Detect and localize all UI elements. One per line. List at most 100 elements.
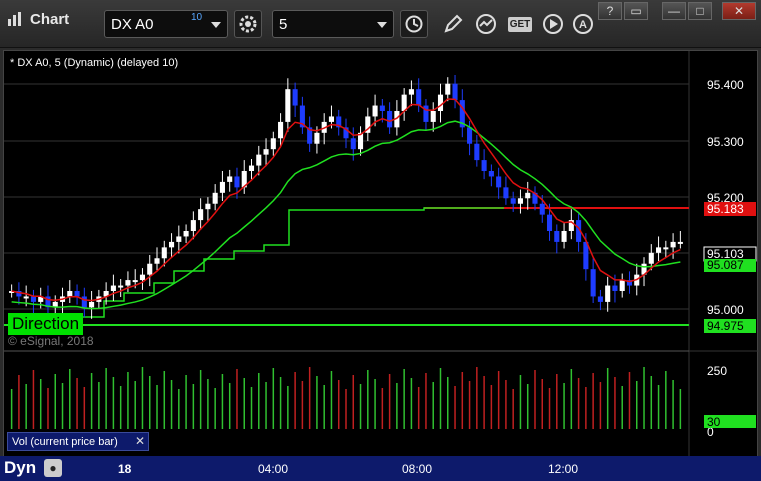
price-tick: 95.000 (707, 303, 744, 317)
red-price-label: 95.183 (707, 202, 744, 216)
candle-body (387, 111, 393, 128)
candle-body (161, 247, 167, 259)
price-tick: 95.400 (707, 78, 744, 92)
dynamic-mode-label[interactable]: Dyn (4, 458, 36, 478)
volume-study-header[interactable]: Vol (current price bar) ✕ (7, 432, 149, 451)
symbol-input[interactable]: DX A0 10 (104, 10, 228, 38)
candle-body (285, 89, 291, 122)
candle-body (278, 121, 284, 139)
candle-body (379, 105, 385, 111)
settings-button[interactable] (234, 10, 262, 38)
candle-body (481, 160, 487, 171)
lock-icon[interactable]: ● (44, 459, 62, 477)
green-level-label: 94.975 (707, 319, 744, 333)
candle-body (270, 138, 276, 150)
candle-body (445, 83, 451, 95)
toolbar: Chart DX A0 10 5 GET A ? ▭ — □ ✕ (0, 0, 761, 48)
candle-body (546, 214, 553, 231)
candle-body (416, 89, 422, 106)
candle-body (263, 149, 269, 155)
price-chart[interactable]: 95.400 95.300 95.200 95.000 95.183 95.10… (4, 51, 759, 463)
volume-label: 30 (707, 415, 721, 429)
candle-body (554, 231, 560, 242)
candle-body (23, 296, 29, 299)
volume-study-label: Vol (current price bar) (12, 436, 118, 448)
candle-body (139, 274, 146, 281)
candle-body (89, 301, 95, 308)
interval-input[interactable]: 5 (272, 10, 394, 38)
candle-body (656, 247, 662, 253)
candle-body (510, 198, 516, 204)
candle-body (619, 280, 625, 291)
chart-panel[interactable]: 95.400 95.300 95.200 95.000 95.183 95.10… (3, 50, 759, 463)
copyright: © eSignal, 2018 (8, 334, 94, 348)
candle-body (74, 291, 80, 297)
candle-body (118, 285, 124, 288)
candle-body (219, 181, 225, 193)
time-tick: 12:00 (548, 462, 579, 476)
play-icon (543, 14, 563, 34)
candle-body (677, 241, 683, 244)
candle-body (147, 263, 153, 275)
close-icon[interactable]: ✕ (135, 434, 145, 448)
candle-body (430, 111, 436, 122)
candle-body (408, 89, 414, 95)
time-tick: 04:00 (258, 462, 289, 476)
grid (4, 51, 759, 463)
candle-body (132, 280, 138, 283)
candle-body (648, 252, 654, 264)
candle-body (590, 269, 596, 297)
price-tick: 95.300 (707, 135, 744, 149)
candle-body (452, 83, 458, 101)
window-title-text: Chart (30, 10, 70, 28)
symbol-text: DX A0 (111, 16, 154, 33)
candle-body (234, 176, 240, 188)
candle-body (517, 198, 523, 204)
volume-bars (10, 367, 682, 429)
candle-body (525, 192, 531, 199)
chart-header: * DX A0, 5 (Dynamic) (delayed 10) (10, 57, 179, 69)
time-button[interactable] (400, 10, 428, 38)
time-tick: 18 (118, 462, 132, 476)
studies-button[interactable] (474, 12, 500, 36)
candle-body (350, 138, 356, 150)
green-moving-average (11, 120, 681, 310)
candle-body (474, 143, 480, 161)
maximize-button[interactable]: □ (688, 2, 712, 20)
clock-icon (405, 15, 423, 33)
candle-body (205, 203, 211, 210)
candle-body (227, 176, 233, 182)
candle-body (154, 258, 160, 264)
candle-body (663, 247, 669, 250)
candle-body (292, 89, 298, 106)
candle-body (328, 116, 335, 122)
interval-text: 5 (279, 16, 288, 33)
chevron-down-icon[interactable] (377, 22, 387, 28)
replay-button[interactable] (540, 12, 566, 36)
minimize-button[interactable]: — (662, 2, 686, 20)
alert-button[interactable]: A (570, 12, 596, 36)
candle-body (81, 296, 87, 308)
close-button[interactable]: ✕ (722, 2, 756, 20)
time-axis[interactable] (0, 456, 761, 481)
candle-body (248, 165, 255, 171)
draw-button[interactable] (440, 12, 466, 36)
chevron-down-icon[interactable] (211, 22, 221, 28)
pencil-icon (444, 14, 463, 33)
restore-button[interactable]: ▭ (624, 2, 648, 20)
symbol-badge: 10 (191, 12, 203, 23)
candle-body (597, 296, 603, 302)
get-button[interactable]: GET (506, 12, 534, 36)
candle-body (169, 241, 175, 248)
chart-app-icon (6, 10, 24, 28)
green-ma-label: 95.087 (707, 258, 744, 272)
candle-body (437, 94, 444, 111)
candle-body (110, 285, 116, 291)
candle-body (256, 154, 262, 166)
candle-body (212, 192, 218, 204)
help-button[interactable]: ? (598, 2, 622, 20)
candle-body (190, 220, 196, 231)
candle-body (467, 127, 473, 144)
candle-body (605, 285, 611, 302)
settings-icon (239, 15, 257, 33)
